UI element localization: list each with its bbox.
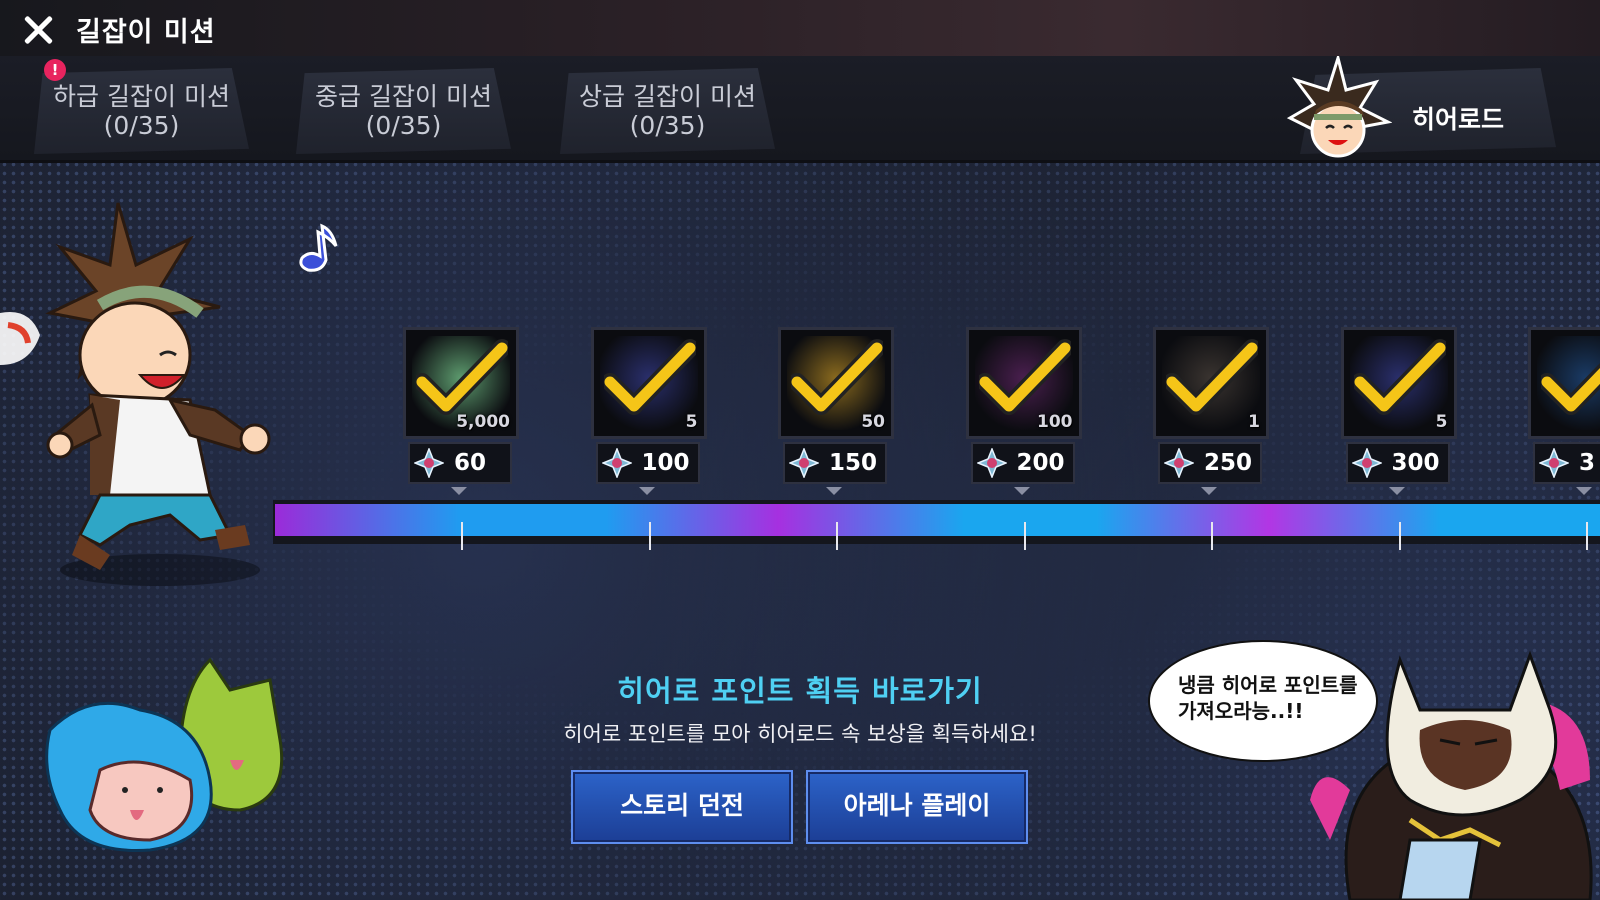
milestone-pointer [1576,487,1592,495]
hero-point-icon [789,448,819,478]
reward-card[interactable]: 5 100 [590,327,709,495]
milestone-pointer [451,487,467,495]
claimed-check-icon [416,339,508,415]
claimed-check-icon [1353,339,1446,415]
reward-item-frame: 100 [965,327,1082,439]
tab-advanced-mission[interactable]: 상급 길잡이 미션 (0/35) [560,68,775,154]
hero-avatar-icon [1286,56,1392,158]
hero-point-icon [1539,448,1569,478]
hero-point-icon [976,448,1007,478]
tab-progress: (0/35) [365,111,442,140]
reward-points: 3 [1533,442,1600,484]
reward-points-value: 250 [1204,450,1253,476]
hero-point-icon [414,448,444,478]
reward-points: 250 [1158,442,1262,484]
reward-quantity: 5,000 [456,412,510,432]
arena-play-button[interactable]: 아레나 플레이 [806,770,1028,844]
reward-card[interactable]: 1 250 [1153,327,1271,495]
milestone-pointer [638,487,655,495]
reward-card[interactable]: 5 300 [1340,327,1459,495]
reward-card[interactable]: 50 150 [778,327,896,495]
tab-intermediate-mission[interactable]: 중급 길잡이 미션 (0/35) [296,68,511,154]
claimed-check-icon [791,339,883,415]
reward-points-value: 100 [641,450,690,476]
reward-item-frame: 50 [778,327,894,439]
story-dungeon-button[interactable]: 스토리 던전 [571,770,793,844]
alert-badge: ! [44,59,66,81]
progress-tick [461,522,463,550]
tab-beginner-mission[interactable]: 하급 길잡이 미션 (0/35) [34,68,249,154]
reward-points-value: 300 [1391,450,1440,476]
reward-item-frame: 5 [1340,327,1457,439]
progress-tick [648,522,651,550]
reward-points: 200 [970,442,1075,484]
claimed-check-icon [603,339,696,415]
reward-item-frame [1528,327,1600,439]
hero-point-icon [1164,448,1194,478]
progress-tick [1586,522,1588,550]
reward-card[interactable]: 5,000 60 [403,327,521,495]
progress-bar [275,504,1600,536]
reward-card[interactable]: 3 [1528,327,1600,495]
milestone-pointer [826,487,842,495]
reward-points-value: 200 [1016,450,1065,476]
reward-item-frame: 1 [1153,327,1269,439]
progress-tick [1211,522,1213,550]
hero-point-icon [1351,448,1382,478]
reward-points-value: 60 [454,450,487,476]
claimed-check-icon [1541,363,1600,415]
reward-quantity: 100 [1037,412,1073,432]
tab-progress: (0/35) [629,111,706,140]
reward-quantity: 5 [685,412,698,432]
tab-label: 상급 길잡이 미션 [579,82,756,111]
running-hero-illustration [0,202,271,586]
reward-item-frame: 5 [590,327,707,439]
progress-tick [1023,522,1026,550]
milestone-pointer [1201,487,1217,495]
reward-item-frame: 5,000 [403,327,519,439]
reward-points-value: 3 [1579,450,1596,476]
tab-label: 하급 길잡이 미션 [53,82,230,111]
speech-line-2: 가져오라능..!! [1178,699,1304,723]
reward-points: 100 [595,442,700,484]
reward-quantity: 50 [861,412,885,432]
progress-tick [1398,522,1401,550]
claimed-check-icon [978,339,1071,415]
milestone-pointer [1388,487,1405,495]
reward-points: 300 [1345,442,1450,484]
tab-progress: (0/35) [103,111,180,140]
tab-label: 중급 길잡이 미션 [315,82,492,111]
reward-points: 60 [408,442,512,484]
hero-point-icon [601,448,632,478]
reward-quantity: 5 [1435,412,1448,432]
reward-card[interactable]: 100 200 [965,327,1084,495]
cat-npc-illustration [1310,650,1593,900]
reward-points-value: 150 [829,450,878,476]
close-icon[interactable] [18,10,58,50]
milestone-pointer [1013,487,1030,495]
claimed-check-icon [1166,339,1258,415]
reward-points: 150 [783,442,887,484]
music-note-icon [299,223,338,272]
reward-quantity: 1 [1248,412,1260,432]
page-title: 길잡이 미션 [76,17,216,48]
heroroad-label: 히어로드 [1412,105,1505,134]
top-bar [0,0,1600,56]
progress-tick [836,522,838,550]
